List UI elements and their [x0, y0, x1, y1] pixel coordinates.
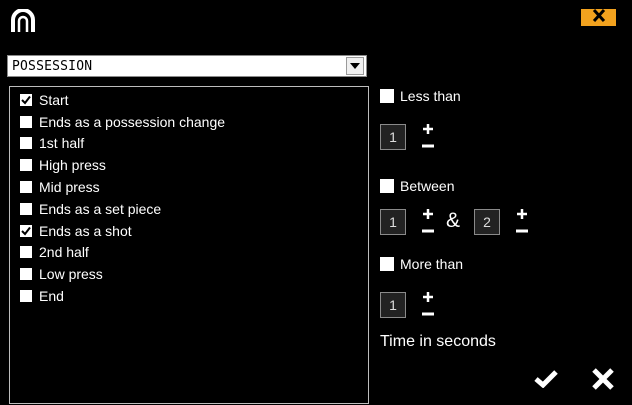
list-item-label: Mid press: [39, 179, 100, 195]
event-type-dropdown[interactable]: POSSESSION: [7, 55, 367, 77]
list-item[interactable]: Mid press: [20, 177, 100, 197]
confirm-button[interactable]: [534, 370, 558, 393]
time-unit-label: Time in seconds: [380, 333, 496, 350]
between-from-stepper[interactable]: [421, 207, 435, 235]
list-item[interactable]: 1st half: [20, 133, 84, 153]
close-window-button[interactable]: [581, 8, 616, 27]
list-item-label: Ends as a set piece: [39, 201, 162, 217]
less-than-stepper[interactable]: [421, 122, 435, 150]
list-item[interactable]: 2nd half: [20, 242, 89, 262]
app-logo-icon: [10, 8, 36, 33]
more-than-stepper[interactable]: [421, 290, 435, 318]
less-than-checkbox[interactable]: [380, 89, 394, 103]
dropdown-value: POSSESSION: [12, 58, 93, 74]
between-option[interactable]: Between: [380, 178, 454, 194]
list-item-label: Start: [39, 92, 69, 108]
between-label: Between: [400, 178, 455, 194]
list-item[interactable]: Low press: [20, 264, 103, 284]
list-item-label: 2nd half: [39, 244, 89, 260]
between-to-value[interactable]: 2: [474, 209, 500, 235]
list-item[interactable]: High press: [20, 155, 106, 175]
list-item-label: Ends as a possession change: [39, 114, 226, 130]
event-list[interactable]: Start Ends as a possession change 1st ha…: [9, 86, 369, 404]
list-item-label: 1st half: [39, 135, 85, 151]
more-than-value[interactable]: 1: [380, 292, 406, 318]
checkbox[interactable]: [20, 137, 32, 149]
between-to-stepper[interactable]: [515, 207, 529, 235]
cancel-button[interactable]: [591, 368, 615, 395]
close-icon: [591, 368, 615, 394]
checkbox[interactable]: [20, 290, 32, 302]
chevron-down-icon[interactable]: [346, 57, 364, 75]
less-than-value[interactable]: 1: [380, 124, 406, 150]
checkbox[interactable]: [20, 94, 32, 106]
list-item[interactable]: Ends as a shot: [20, 221, 132, 241]
more-than-label: More than: [400, 256, 464, 272]
more-than-option[interactable]: More than: [380, 256, 463, 272]
checkbox[interactable]: [20, 181, 32, 193]
checkbox[interactable]: [20, 246, 32, 258]
checkbox[interactable]: [20, 203, 32, 215]
list-item[interactable]: Ends as a possession change: [20, 112, 225, 132]
between-from-value[interactable]: 1: [380, 209, 406, 235]
less-than-label: Less than: [400, 88, 461, 104]
between-checkbox[interactable]: [380, 179, 394, 193]
list-item[interactable]: Start: [20, 90, 69, 110]
check-icon: [534, 370, 558, 392]
list-item-label: End: [39, 288, 64, 304]
list-item[interactable]: Ends as a set piece: [20, 199, 161, 219]
checkbox[interactable]: [20, 116, 32, 128]
close-icon: [592, 8, 606, 27]
list-item-label: Low press: [39, 266, 103, 282]
list-item-label: High press: [39, 157, 106, 173]
list-item[interactable]: End: [20, 286, 64, 306]
between-separator: &: [446, 209, 461, 232]
more-than-checkbox[interactable]: [380, 257, 394, 271]
checkbox[interactable]: [20, 268, 32, 280]
checkbox[interactable]: [20, 225, 32, 237]
checkbox[interactable]: [20, 159, 32, 171]
less-than-option[interactable]: Less than: [380, 88, 461, 104]
list-item-label: Ends as a shot: [39, 223, 132, 239]
